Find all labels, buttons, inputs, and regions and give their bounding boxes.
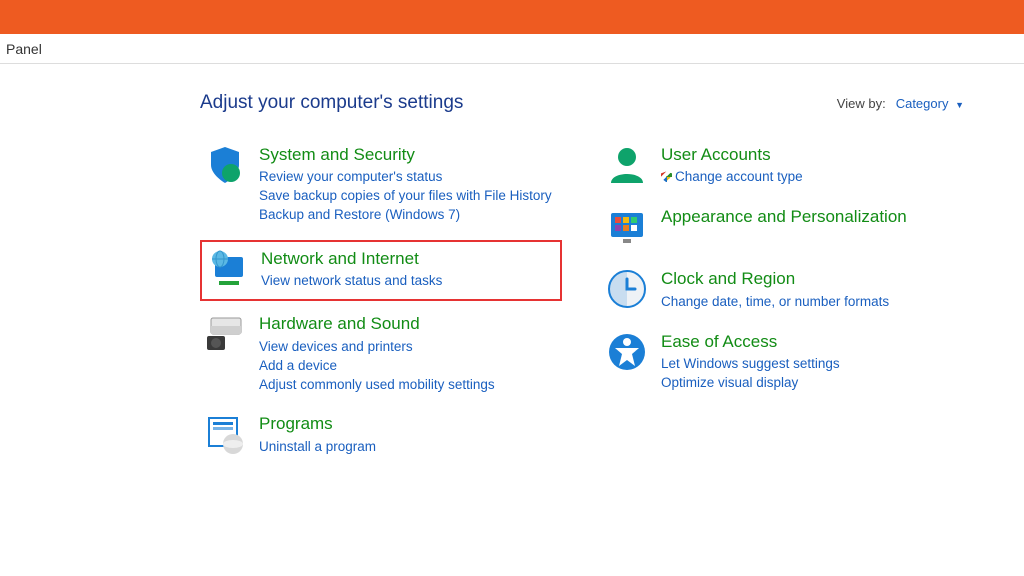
category-system-and-security: System and Security Review your computer'… (200, 140, 562, 228)
category-sublink[interactable]: Uninstall a program (259, 438, 376, 457)
category-sublink[interactable]: Adjust commonly used mobility settings (259, 376, 495, 395)
network-icon (205, 247, 249, 291)
page-title: Adjust your computer's settings (200, 92, 463, 114)
category-sublink[interactable]: Change account type (661, 168, 803, 187)
left-column: System and Security Review your computer'… (200, 140, 562, 472)
user-icon (605, 143, 649, 187)
programs-icon (203, 412, 247, 456)
category-title[interactable]: Network and Internet (261, 249, 442, 269)
category-programs: Programs Uninstall a program (200, 409, 562, 459)
category-hardware-and-sound: Hardware and Sound View devices and print… (200, 309, 562, 397)
category-network-and-internet: Network and Internet View network status … (200, 240, 562, 301)
right-column: User Accounts Change account type Appearan… (602, 140, 964, 472)
view-by-control: View by: Category ▼ (837, 96, 964, 111)
category-clock-and-region: Clock and Region Change date, time, or nu… (602, 264, 964, 314)
hardware-icon (203, 312, 247, 356)
clock-icon (605, 267, 649, 311)
category-appearance-and-personalization: Appearance and Personalization (602, 202, 964, 252)
category-title[interactable]: User Accounts (661, 145, 803, 165)
category-sublink[interactable]: View devices and printers (259, 338, 495, 357)
category-columns: System and Security Review your computer'… (200, 140, 964, 472)
view-by-label: View by: (837, 96, 886, 111)
category-sublink[interactable]: Change date, time, or number formats (661, 293, 889, 312)
category-title[interactable]: Ease of Access (661, 332, 840, 352)
view-by-dropdown[interactable]: Category ▼ (896, 96, 964, 111)
category-title[interactable]: System and Security (259, 145, 552, 165)
category-sublink[interactable]: View network status and tasks (261, 272, 442, 291)
category-sublink[interactable]: Optimize visual display (661, 374, 840, 393)
category-sublink[interactable]: Save backup copies of your files with Fi… (259, 187, 552, 206)
title-bar (0, 0, 1024, 34)
category-title[interactable]: Programs (259, 414, 376, 434)
category-sublink[interactable]: Add a device (259, 357, 495, 376)
appearance-icon (605, 205, 649, 249)
breadcrumb-bar: Panel (0, 34, 1024, 64)
category-sublink[interactable]: Backup and Restore (Windows 7) (259, 206, 552, 225)
category-ease-of-access: Ease of Access Let Windows suggest settin… (602, 327, 964, 396)
breadcrumb-text: Panel (6, 41, 42, 57)
chevron-down-icon: ▼ (955, 100, 964, 110)
category-title[interactable]: Hardware and Sound (259, 314, 495, 334)
header-row: Adjust your computer's settings View by:… (200, 92, 964, 114)
category-sublink[interactable]: Review your computer's status (259, 168, 552, 187)
ease-icon (605, 330, 649, 374)
category-user-accounts: User Accounts Change account type (602, 140, 964, 190)
category-sublink[interactable]: Let Windows suggest settings (661, 355, 840, 374)
shield-icon (203, 143, 247, 187)
content-area: Adjust your computer's settings View by:… (0, 64, 1024, 472)
category-title[interactable]: Clock and Region (661, 269, 889, 289)
category-title[interactable]: Appearance and Personalization (661, 207, 907, 227)
